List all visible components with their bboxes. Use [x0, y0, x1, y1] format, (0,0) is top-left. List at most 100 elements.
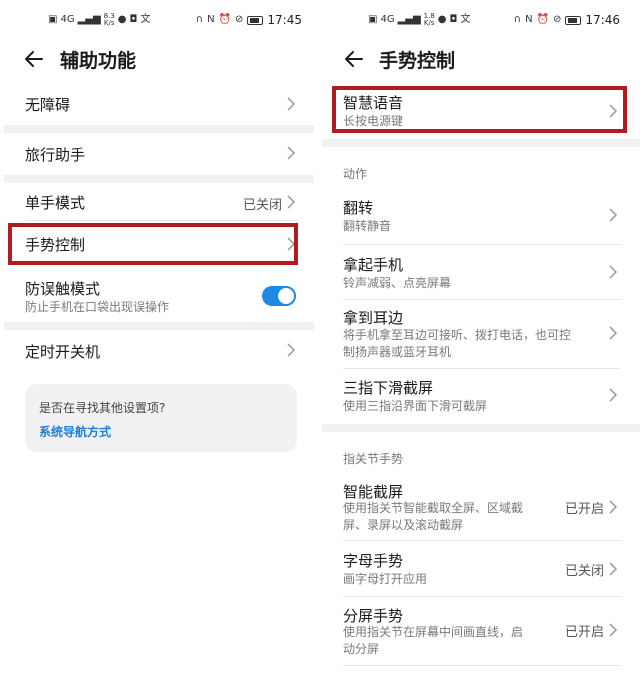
mute-icon: ⊘ — [235, 14, 244, 25]
back-arrow-icon[interactable] — [342, 47, 366, 71]
mute-icon: ⊘ — [553, 14, 562, 25]
item-label: 防误触模式 — [25, 280, 101, 298]
title-bar: 辅助功能 — [0, 44, 318, 74]
chevron-right-icon — [609, 388, 618, 402]
item-smart-screenshot[interactable]: 智能截屏 使用指关节智能截取全屏、区域截 屏、录屏以及滚动截屏 已开启 — [322, 479, 640, 537]
item-subtitle-line1: 使用指关节智能截取全屏、区域截 — [343, 501, 524, 515]
item-label: 智能截屏 — [343, 483, 404, 501]
item-subtitle: 铃声减弱、点亮屏幕 — [343, 276, 452, 290]
cell-signal-icon: ▂▄▆ — [397, 14, 421, 25]
separator — [343, 540, 620, 541]
item-scheduled-power[interactable]: 定时开关机 — [0, 334, 318, 368]
system-navigation-link[interactable]: 系统导航方式 — [39, 423, 111, 440]
chevron-right-icon — [287, 97, 296, 111]
item-smart-voice[interactable]: 智慧语音 长按电源键 — [322, 90, 640, 132]
item-label: 三指下滑截屏 — [343, 379, 434, 397]
page-title: 辅助功能 — [60, 50, 137, 72]
net-speed: 1.8 K/s — [423, 12, 435, 27]
divider — [4, 125, 314, 133]
section-label-actions: 动作 — [343, 167, 368, 181]
item-status: 已开启 — [564, 625, 604, 640]
notification-icon: ● — [117, 14, 127, 25]
separator — [343, 665, 620, 666]
item-subtitle-line1: 使用指关节在屏幕中间画直线，启 — [343, 625, 524, 639]
chevron-right-icon — [609, 326, 618, 340]
clock: 17:46 — [585, 13, 620, 27]
item-subtitle-line2: 屏、录屏以及滚动截屏 — [343, 518, 464, 532]
left-screen: ▣ 4G ▂▄▆ 8.3 K/s ● ◘ 文 ∩ N ⏰ ⊘ 17:45 辅助功能… — [0, 0, 318, 680]
signal-label: 4G — [380, 14, 395, 25]
item-flip[interactable]: 翻转 翻转静音 — [322, 194, 640, 238]
item-three-finger-screenshot[interactable]: 三指下滑截屏 使用三指沿界面下滑可截屏 — [322, 374, 640, 418]
item-label: 智慧语音 — [343, 94, 404, 112]
chevron-right-icon — [609, 104, 618, 118]
hd-icon: ▣ — [48, 14, 58, 25]
item-label: 旅行助手 — [25, 146, 86, 164]
item-subtitle-line2: 制扬声器或蓝牙耳机 — [343, 345, 452, 359]
item-travel-assistant[interactable]: 旅行助手 — [0, 137, 318, 171]
item-label: 手势控制 — [25, 236, 86, 254]
divider — [4, 322, 314, 330]
right-screen: ▣ 4G ▂▄▆ 1.8 K/s ● ◘ 文 ∩ N ⏰ ⊘ 17:46 手势控制… — [322, 0, 640, 680]
item-subtitle: 画字母打开应用 — [343, 572, 428, 586]
section-label-knuckle: 指关节手势 — [343, 452, 404, 466]
clock: 17:45 — [267, 13, 302, 27]
net-speed: 8.3 K/s — [103, 12, 115, 27]
separator — [25, 220, 296, 221]
chevron-right-icon — [609, 562, 618, 576]
anti-mistouch-toggle[interactable] — [262, 286, 296, 306]
item-label: 字母手势 — [343, 552, 404, 570]
item-label: 翻转 — [343, 199, 374, 217]
cell-signal-icon: ▂▄▆ — [77, 14, 101, 25]
item-subtitle: 防止手机在口袋出现误操作 — [25, 300, 170, 314]
item-subtitle: 长按电源键 — [343, 114, 404, 128]
item-gesture-control[interactable]: 手势控制 — [0, 225, 318, 263]
item-one-hand-mode[interactable]: 单手模式 已关闭 — [0, 186, 318, 218]
app-icon: ◘ — [449, 14, 458, 25]
signal-label: 4G — [60, 14, 75, 25]
suggestion-question: 是否在寻找其他设置项? — [39, 401, 166, 415]
separator — [343, 244, 620, 245]
chevron-right-icon — [609, 208, 618, 222]
battery-icon — [565, 15, 582, 25]
chevron-right-icon — [287, 343, 296, 357]
chevron-right-icon — [609, 623, 618, 637]
title-bar: 手势控制 — [322, 44, 640, 74]
chevron-right-icon — [609, 265, 618, 279]
item-status: 已关闭 — [564, 564, 604, 579]
item-label: 拿到耳边 — [343, 309, 404, 327]
app-icon: ◘ — [129, 14, 138, 25]
chevron-right-icon — [287, 237, 296, 251]
item-letter-gesture[interactable]: 字母手势 画字母打开应用 已关闭 — [322, 548, 640, 592]
item-label: 定时开关机 — [25, 343, 101, 361]
page-title: 手势控制 — [379, 50, 456, 72]
separator — [343, 596, 620, 597]
separator — [343, 299, 620, 300]
divider — [322, 139, 640, 147]
item-pick-up-phone[interactable]: 拿起手机 铃声减弱、点亮屏幕 — [322, 251, 640, 295]
item-subtitle-line2: 动分屏 — [343, 642, 380, 656]
divider — [322, 424, 640, 432]
item-label: 无障碍 — [25, 96, 71, 114]
chevron-right-icon — [287, 195, 296, 209]
translate-icon: 文 — [460, 14, 471, 25]
back-arrow-icon[interactable] — [22, 47, 46, 71]
status-bar: ▣ 4G ▂▄▆ 8.3 K/s ● ◘ 文 ∩ N ⏰ ⊘ 17:45 — [0, 12, 318, 30]
separator — [343, 368, 620, 369]
item-raise-to-ear[interactable]: 拿到耳边 将手机拿至耳边可接听、拨打电话，也可控 制扬声器或蓝牙耳机 — [322, 305, 640, 363]
item-anti-mistouch[interactable]: 防误触模式 防止手机在口袋出现误操作 — [0, 272, 318, 320]
battery-icon — [247, 15, 264, 25]
item-split-screen-gesture[interactable]: 分屏手势 使用指关节在屏幕中间画直线，启 动分屏 已开启 — [322, 603, 640, 661]
nfc-icon: N — [207, 14, 215, 25]
headset-icon: ∩ — [513, 14, 522, 25]
item-status: 已开启 — [564, 502, 604, 517]
nfc-icon: N — [525, 14, 533, 25]
item-subtitle-line1: 将手机拿至耳边可接听、拨打电话，也可控 — [343, 328, 572, 342]
item-subtitle: 翻转静音 — [343, 219, 392, 233]
item-accessibility[interactable]: 无障碍 — [0, 86, 318, 122]
suggestion-card: 是否在寻找其他设置项? 系统导航方式 — [25, 384, 297, 452]
hd-icon: ▣ — [368, 14, 378, 25]
item-label: 单手模式 — [25, 194, 86, 212]
alarm-icon: ⏰ — [536, 14, 550, 25]
chevron-right-icon — [609, 500, 618, 514]
